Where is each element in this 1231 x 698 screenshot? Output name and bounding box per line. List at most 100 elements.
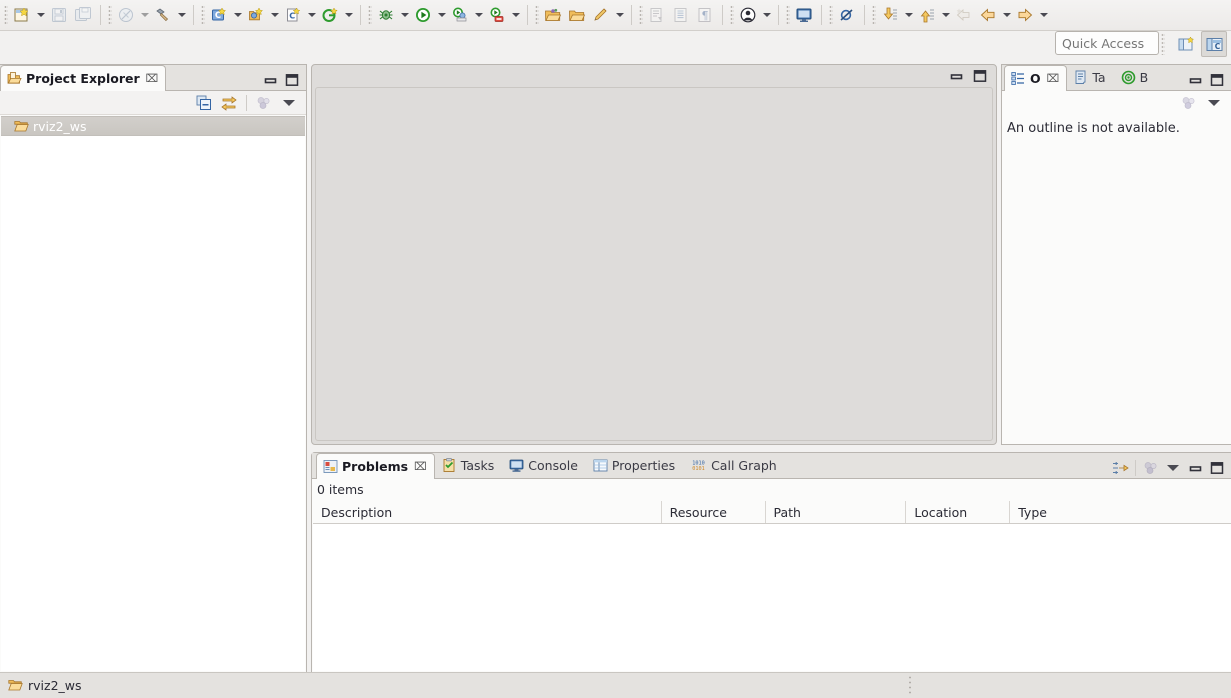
minimize-icon[interactable] — [1185, 70, 1205, 90]
next-annotation-dropdown-icon[interactable] — [1037, 3, 1050, 27]
tab-project-explorer[interactable]: Project Explorer ⌧ — [0, 65, 166, 91]
step-into-icon[interactable] — [878, 3, 902, 27]
status-bar-resize-grip[interactable] — [908, 675, 912, 695]
debug-dropdown-icon[interactable] — [398, 3, 411, 27]
col-type[interactable]: Type — [1010, 501, 1231, 523]
col-resource[interactable]: Resource — [662, 501, 766, 523]
toolbar-separator — [193, 5, 194, 25]
toolbar-grip[interactable] — [639, 5, 643, 25]
project-tree[interactable]: rviz2_ws — [1, 116, 305, 671]
maximize-icon[interactable] — [282, 70, 302, 90]
tab-problems[interactable]: Problems ⌧ — [316, 453, 435, 479]
close-icon[interactable]: ⌧ — [414, 460, 427, 473]
perspective-cpp-button[interactable]: C — [1201, 31, 1227, 57]
tab-outline[interactable]: O ⌧ — [1004, 65, 1067, 91]
maximize-icon[interactable] — [1207, 70, 1227, 90]
tab-task-list[interactable]: Ta — [1067, 64, 1113, 90]
tree-item-project[interactable]: rviz2_ws — [1, 116, 305, 136]
hammer-build-dropdown-icon[interactable] — [175, 3, 188, 27]
minimize-icon[interactable] — [260, 70, 280, 90]
tab-tasks[interactable]: Tasks — [435, 452, 503, 478]
col-location[interactable]: Location — [906, 501, 1010, 523]
new-wizard-dropdown-icon[interactable] — [34, 3, 47, 27]
skip-all-breakpoints-icon[interactable] — [835, 3, 859, 27]
tab-build[interactable]: B — [1114, 64, 1157, 90]
view-dropdown-icon[interactable] — [278, 93, 300, 113]
new-wizard-icon[interactable] — [10, 3, 34, 27]
toolbar-grip[interactable] — [872, 5, 876, 25]
toolbar-separator — [100, 5, 101, 25]
new-cpp-class-dropdown-icon[interactable] — [268, 3, 281, 27]
build-all-dropdown-icon[interactable] — [138, 3, 151, 27]
problems-window-controls — [1110, 458, 1231, 478]
open-element-icon[interactable] — [565, 3, 589, 27]
previous-annotation-icon[interactable] — [976, 3, 1000, 27]
tab-console[interactable]: Console — [502, 452, 586, 478]
editor-empty-canvas[interactable] — [315, 87, 993, 441]
maximize-icon[interactable] — [970, 66, 990, 86]
focus-on-selection-icon[interactable] — [1110, 458, 1130, 478]
step-return-dropdown-icon[interactable] — [939, 3, 952, 27]
next-annotation-icon[interactable] — [1013, 3, 1037, 27]
view-dropdown-icon[interactable] — [1163, 458, 1183, 478]
tab-properties[interactable]: Properties — [586, 452, 683, 478]
run-icon[interactable] — [411, 3, 435, 27]
problems-table[interactable]: Description Resource Path Location Type — [313, 501, 1231, 671]
collapse-all-icon[interactable] — [193, 93, 215, 113]
toolbar-grip[interactable] — [829, 5, 833, 25]
build-all-icon — [114, 3, 138, 27]
step-into-dropdown-icon[interactable] — [902, 3, 915, 27]
new-c-source-file-dropdown-icon[interactable] — [305, 3, 318, 27]
previous-annotation-dropdown-icon[interactable] — [1000, 3, 1013, 27]
open-perspective-button[interactable] — [1173, 31, 1199, 57]
search-pencil-icon[interactable] — [589, 3, 613, 27]
search-dropdown-icon[interactable] — [613, 3, 626, 27]
step-return-icon[interactable] — [915, 3, 939, 27]
new-c-cpp-project-dropdown-icon[interactable] — [231, 3, 244, 27]
user-dropdown-icon[interactable] — [760, 3, 773, 27]
maximize-icon[interactable] — [1207, 458, 1227, 478]
run-last-tool-dropdown-icon[interactable] — [509, 3, 522, 27]
minimize-icon[interactable] — [946, 66, 966, 86]
toolbar-grip[interactable] — [535, 5, 539, 25]
terminal-icon[interactable] — [792, 3, 816, 27]
hammer-build-icon[interactable] — [151, 3, 175, 27]
tab-label: Ta — [1092, 70, 1105, 85]
toolbar-grip[interactable] — [201, 5, 205, 25]
quick-access-input[interactable] — [1055, 31, 1159, 55]
col-path[interactable]: Path — [766, 501, 907, 523]
link-with-editor-icon[interactable] — [218, 93, 240, 113]
editor-window-controls — [312, 65, 996, 87]
toolbar-grip[interactable] — [786, 5, 790, 25]
toolbar-grip[interactable] — [368, 5, 372, 25]
close-icon[interactable]: ⌧ — [146, 72, 159, 85]
toolbar-grip[interactable] — [108, 5, 112, 25]
profile-dropdown-icon[interactable] — [472, 3, 485, 27]
new-c-source-file-icon[interactable]: C — [281, 3, 305, 27]
view-dropdown-icon[interactable] — [1203, 93, 1225, 113]
new-cpp-class-icon[interactable] — [244, 3, 268, 27]
new-gcov-dropdown-icon[interactable] — [342, 3, 355, 27]
project-explorer-view: Project Explorer ⌧ — [0, 64, 307, 672]
close-icon[interactable]: ⌧ — [1047, 72, 1060, 85]
debug-icon[interactable] — [374, 3, 398, 27]
toolbar-grip[interactable] — [4, 5, 8, 25]
run-last-tool-icon[interactable] — [485, 3, 509, 27]
folder-icon — [14, 119, 29, 133]
tab-call-graph[interactable]: 1010 0101 Call Graph — [683, 452, 785, 478]
problems-table-body[interactable] — [313, 524, 1231, 671]
project-explorer-frame: Project Explorer ⌧ — [0, 64, 307, 672]
new-c-cpp-project-icon[interactable]: C — [207, 3, 231, 27]
run-dropdown-icon[interactable] — [435, 3, 448, 27]
call-graph-icon: 1010 0101 — [690, 458, 707, 473]
new-gcov-icon[interactable] — [318, 3, 342, 27]
toolbar-grip[interactable] — [730, 5, 734, 25]
col-description[interactable]: Description — [313, 501, 662, 523]
outline-toolbar — [1002, 91, 1231, 115]
profile-icon[interactable] — [448, 3, 472, 27]
user-account-icon[interactable] — [736, 3, 760, 27]
tab-label: Properties — [612, 458, 675, 473]
tab-label: Problems — [342, 459, 408, 474]
minimize-icon[interactable] — [1185, 458, 1205, 478]
open-type-icon[interactable] — [541, 3, 565, 27]
